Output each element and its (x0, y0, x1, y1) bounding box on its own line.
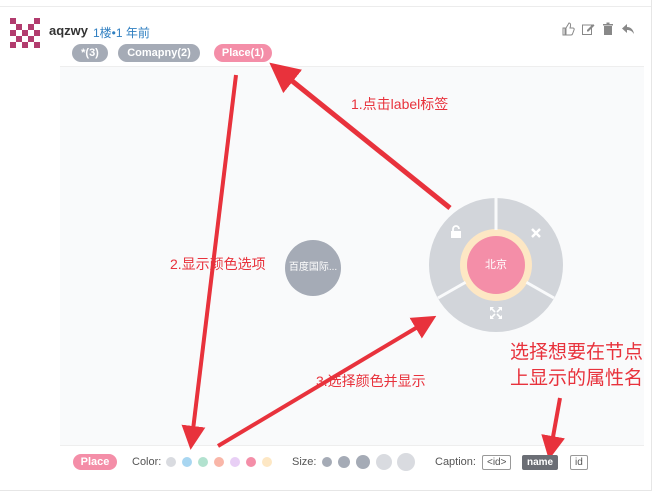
color-swatch-lavender[interactable] (230, 457, 240, 467)
annotation-arrows (181, 62, 565, 460)
size-option-3[interactable] (356, 455, 370, 469)
size-option-1[interactable] (322, 457, 332, 467)
caption-option-name[interactable]: name (522, 455, 559, 470)
size-option-4[interactable] (376, 454, 392, 470)
caption-label: Caption: (435, 456, 476, 468)
color-swatch-salmon[interactable] (214, 457, 224, 467)
arrow-step2 (181, 74, 238, 450)
size-option-5[interactable] (397, 453, 415, 471)
color-swatch-pink[interactable] (246, 457, 256, 467)
size-label: Size: (292, 456, 317, 468)
legend-active-label[interactable]: Place (73, 454, 117, 470)
arrow-step3 (216, 315, 437, 448)
arrow-step1 (269, 62, 452, 210)
arrow-caption (541, 397, 565, 460)
comment-card: aqzwy 1楼•1 年前 *(3) Comapny(2) Place(1) 百… (0, 0, 652, 491)
caption-option-id[interactable]: id (570, 455, 588, 470)
legend-bar: Place Color: Size: Caption: <id> name id (60, 448, 644, 476)
color-swatch-green[interactable] (198, 457, 208, 467)
size-option-2[interactable] (338, 456, 350, 468)
color-swatch-blue[interactable] (182, 457, 192, 467)
color-swatch-cream[interactable] (262, 457, 272, 467)
color-swatch-gray[interactable] (166, 457, 176, 467)
caption-option-id-bracket[interactable]: <id> (482, 455, 512, 470)
color-label: Color: (132, 456, 162, 468)
